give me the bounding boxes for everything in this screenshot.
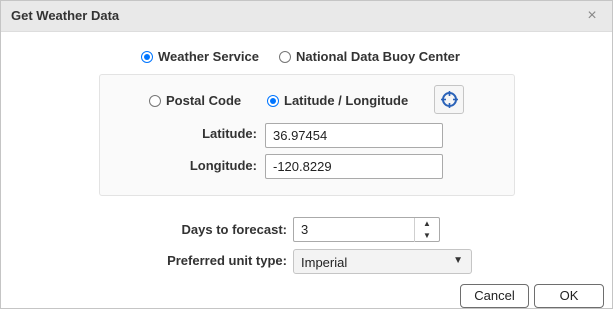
unit-selected-value: Imperial xyxy=(301,255,348,270)
source-option-ndbc[interactable]: National Data Buoy Center xyxy=(279,49,460,64)
latitude-input[interactable] xyxy=(265,123,443,148)
latitude-label: Latitude: xyxy=(202,126,257,141)
radio-ndbc[interactable] xyxy=(279,50,291,63)
mode-option-postal-code[interactable]: Postal Code xyxy=(149,93,241,108)
close-icon[interactable]: × xyxy=(582,6,602,26)
longitude-label: Longitude: xyxy=(189,158,257,173)
dialog-title: Get Weather Data xyxy=(11,8,120,23)
days-label: Days to forecast: xyxy=(181,222,287,237)
locate-button[interactable] xyxy=(434,85,464,114)
mode-option-lat-long[interactable]: Latitude / Longitude xyxy=(267,93,408,108)
ok-button[interactable]: OK xyxy=(534,284,604,308)
increment-icon[interactable]: ▲ xyxy=(415,218,439,230)
radio-lat-long[interactable] xyxy=(267,94,279,107)
weather-dialog: Get Weather Data × Weather Service Natio… xyxy=(0,0,613,309)
unit-select[interactable]: Imperial ▼ xyxy=(293,249,472,274)
crosshair-icon xyxy=(441,91,458,108)
radio-weather-service[interactable] xyxy=(141,50,153,63)
source-option-label: National Data Buoy Center xyxy=(296,49,460,64)
longitude-input[interactable] xyxy=(265,154,443,179)
unit-label: Preferred unit type: xyxy=(167,253,287,268)
mode-option-label: Latitude / Longitude xyxy=(284,93,409,108)
source-option-label: Weather Service xyxy=(158,49,259,64)
dialog-titlebar[interactable]: Get Weather Data × xyxy=(1,1,612,32)
mode-option-label: Postal Code xyxy=(166,93,242,108)
stepper-buttons: ▲ ▼ xyxy=(414,218,439,242)
cancel-button[interactable]: Cancel xyxy=(460,284,529,308)
radio-postal-code[interactable] xyxy=(149,94,161,107)
chevron-down-icon: ▼ xyxy=(453,255,463,266)
decrement-icon[interactable]: ▼ xyxy=(415,230,439,242)
source-option-weather-service[interactable]: Weather Service xyxy=(141,49,259,64)
